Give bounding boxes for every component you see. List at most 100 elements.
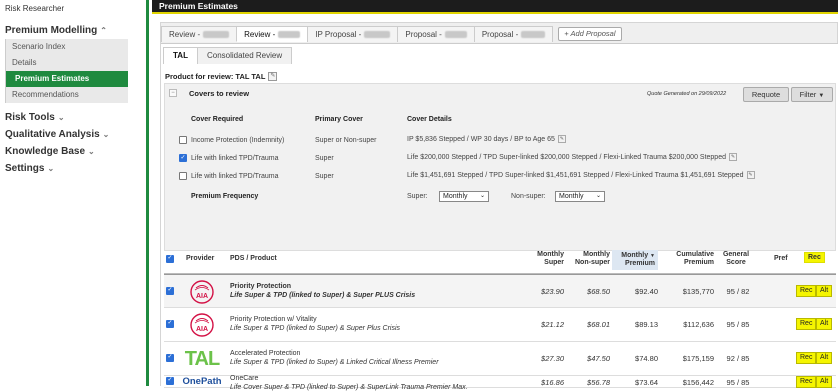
collapse-icon[interactable]: − xyxy=(169,89,177,97)
product-name: Priority Protection w/ Vitality xyxy=(230,316,317,323)
cover-details-text: Life $200,000 Stepped / TPD Super-linked… xyxy=(407,153,726,161)
nonsuper-label: Non-super: xyxy=(511,193,546,200)
alt-button[interactable]: Alt xyxy=(816,352,833,364)
redacted-name xyxy=(521,31,546,38)
tab-consolidated-review[interactable]: Consolidated Review xyxy=(196,47,293,64)
edit-pencil-icon[interactable]: ✎ xyxy=(268,72,278,81)
sort-down-icon: ▼ xyxy=(650,253,655,259)
cumulative-premium-value: $175,159 xyxy=(682,354,714,363)
requote-button[interactable]: Requote xyxy=(743,87,789,102)
proposal-content: TAL Consolidated Review Product for revi… xyxy=(161,43,838,391)
sidebar-risk-researcher[interactable]: Risk Researcher xyxy=(0,0,146,13)
tab-review-1[interactable]: Review - xyxy=(161,26,238,42)
rec-button[interactable]: Rec xyxy=(796,318,817,330)
product-description: Life Cover Super & TPD (linked to Super)… xyxy=(230,384,468,391)
cover-details-header: Cover Details xyxy=(407,116,452,123)
sidebar-item-label: Risk Tools xyxy=(5,112,55,123)
header-line: Premium xyxy=(684,259,714,266)
edit-pencil-icon[interactable]: ✎ xyxy=(728,153,737,161)
cover-checkbox[interactable]: ✓ xyxy=(179,154,187,162)
rec-button[interactable]: Rec xyxy=(796,376,817,388)
monthly-premium-value: $92.40 xyxy=(635,287,658,296)
product-name: Priority Protection xyxy=(230,283,292,290)
sidebar-item-premium-modelling[interactable]: Premium Modelling ⌃ xyxy=(0,22,146,39)
sidebar-item-risk-tools[interactable]: Risk Tools ⌄ xyxy=(0,109,146,126)
super-frequency-select[interactable]: Monthly ⌄ xyxy=(439,191,489,202)
cover-details: Life $1,451,691 Stepped / TPD Super-link… xyxy=(407,171,755,179)
edit-pencil-icon[interactable]: ✎ xyxy=(557,135,566,143)
cover-checkbox[interactable] xyxy=(179,136,187,144)
product-for-review-label: Product for review: TAL TAL xyxy=(165,72,266,81)
caret-down-icon: ⌄ xyxy=(595,193,601,199)
general-score-value: 95 / 85 xyxy=(726,320,750,329)
general-score-header[interactable]: General Score xyxy=(718,251,754,267)
monthly-super-value: $21.12 xyxy=(541,320,564,329)
monthly-premium-header[interactable]: Monthly ▼ Premium xyxy=(612,250,658,270)
cumulative-premium-value: $135,770 xyxy=(682,287,714,296)
cover-checkbox[interactable] xyxy=(179,172,187,180)
product-description: Life Super & TPD (linked to Super) & Lin… xyxy=(230,359,439,366)
table-row[interactable]: ✓ TAL Accelerated Protection Life Super … xyxy=(164,342,836,376)
cumulative-premium-header[interactable]: Cumulative Premium xyxy=(672,251,714,267)
svg-text:AIA: AIA xyxy=(196,293,208,300)
select-value: Monthly xyxy=(559,193,584,200)
sidebar-item-settings[interactable]: Settings ⌄ xyxy=(0,160,146,177)
cover-details-text: IP $5,836 Stepped / WP 30 days / BP to A… xyxy=(407,135,555,143)
monthly-nonsuper-header[interactable]: Monthly Non-super xyxy=(568,251,610,267)
chevron-down-icon: ⌄ xyxy=(88,147,95,156)
monthly-nonsuper-value: $47.50 xyxy=(587,354,610,363)
edit-pencil-icon[interactable]: ✎ xyxy=(746,171,755,179)
premium-frequency-label: Premium Frequency xyxy=(191,193,259,200)
tab-proposal-2[interactable]: Proposal - xyxy=(473,26,554,42)
row-checkbox[interactable]: ✓ xyxy=(166,287,174,295)
header-line: Monthly xyxy=(621,252,649,259)
header-line: Cumulative xyxy=(676,251,714,258)
sidebar-item-premium-estimates[interactable]: Premium Estimates xyxy=(6,71,128,87)
tab-proposal-1[interactable]: Proposal - xyxy=(397,26,475,42)
add-proposal-button[interactable]: + Add Proposal xyxy=(558,27,622,41)
onepath-logo-text: OnePath xyxy=(182,375,222,387)
rec-button[interactable]: Rec xyxy=(796,285,817,297)
tab-tal[interactable]: TAL xyxy=(163,47,198,64)
alt-button[interactable]: Alt xyxy=(816,318,833,330)
monthly-premium-value: $89.13 xyxy=(635,320,658,329)
table-row[interactable]: ✓ AIA Priority Protection w/ Vitality Li… xyxy=(164,308,836,342)
tab-label: Review - xyxy=(169,30,201,39)
sidebar-item-details[interactable]: Details xyxy=(6,55,128,71)
chevron-down-icon: ⌄ xyxy=(57,113,65,122)
cover-required: Income Protection (Indemnity) xyxy=(191,137,285,144)
sidebar-item-recommendations[interactable]: Recommendations xyxy=(6,87,128,103)
table-row[interactable]: ✓ OnePath OneCare Life Cover Super & TPD… xyxy=(164,375,836,391)
monthly-super-value: $23.90 xyxy=(541,287,564,296)
covers-title: Covers to review xyxy=(189,89,250,98)
nonsuper-frequency-select[interactable]: Monthly ⌄ xyxy=(555,191,605,202)
filter-button[interactable]: Filter ▼ xyxy=(791,87,833,102)
monthly-super-value: $27.30 xyxy=(541,354,564,363)
header-line: General xyxy=(722,251,750,258)
row-checkbox[interactable]: ✓ xyxy=(166,377,174,385)
tab-ip-proposal[interactable]: IP Proposal - xyxy=(307,26,399,42)
primary-cover-header: Primary Cover xyxy=(315,116,363,123)
sidebar-item-qualitative-analysis[interactable]: Qualitative Analysis ⌄ xyxy=(0,126,146,143)
sidebar-item-label: Premium Modelling xyxy=(5,25,98,36)
sidebar-item-scenario-index[interactable]: Scenario Index xyxy=(6,39,128,55)
select-all-checkbox[interactable]: ✓ xyxy=(166,255,174,263)
header-line: Monthly xyxy=(537,251,564,258)
redacted-name xyxy=(444,31,467,38)
tab-review-2[interactable]: Review - xyxy=(236,26,309,42)
row-checkbox[interactable]: ✓ xyxy=(166,354,174,362)
header-line: Super xyxy=(544,259,564,266)
alt-button[interactable]: Alt xyxy=(816,376,833,388)
alt-button[interactable]: Alt xyxy=(816,285,833,297)
cover-row: ✓ Life with linked TPD/Trauma Super Life… xyxy=(165,151,835,168)
sidebar-item-knowledge-base[interactable]: Knowledge Base ⌄ xyxy=(0,143,146,160)
monthly-super-header[interactable]: Monthly Super xyxy=(532,251,564,267)
row-checkbox[interactable]: ✓ xyxy=(166,320,174,328)
rec-button[interactable]: Rec xyxy=(796,352,817,364)
table-row[interactable]: ✓ AIA Priority Protection Life Super & T… xyxy=(164,274,836,308)
cover-required: Life with linked TPD/Trauma xyxy=(191,155,279,162)
general-score-value: 92 / 85 xyxy=(726,354,750,363)
aia-logo: AIA xyxy=(184,312,220,338)
cover-required-header: Cover Required xyxy=(191,116,244,123)
cover-details: Life $200,000 Stepped / TPD Super-linked… xyxy=(407,153,737,161)
